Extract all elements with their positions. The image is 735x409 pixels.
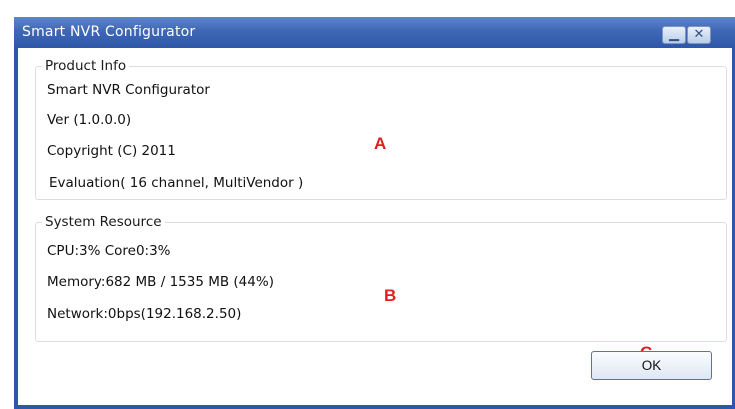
ok-button[interactable]: OK xyxy=(591,351,712,380)
close-button[interactable]: ✕ xyxy=(687,26,711,44)
minimize-button[interactable]: ▁ xyxy=(662,26,686,44)
minimize-icon: ▁ xyxy=(669,27,679,42)
annotation-marker-b: B xyxy=(384,286,397,305)
close-icon: ✕ xyxy=(693,27,705,42)
window-title: Smart NVR Configurator xyxy=(22,24,196,40)
product-info-legend: Product Info xyxy=(45,58,127,74)
configurator-window: Smart NVR Configurator ▁ ✕ Product Info … xyxy=(14,17,735,409)
cpu-usage-text: CPU:3% Core0:3% xyxy=(47,243,171,259)
system-resource-legend: System Resource xyxy=(45,214,162,230)
version-text: Ver (1.0.0.0) xyxy=(47,112,132,128)
app-name-text: Smart NVR Configurator xyxy=(47,82,210,98)
window-client-area: Product Info Smart NVR Configurator Ver … xyxy=(18,48,732,405)
annotation-marker-a: A xyxy=(374,134,387,153)
network-usage-text: Network:0bps(192.168.2.50) xyxy=(47,306,242,322)
memory-usage-text: Memory:682 MB / 1535 MB (44%) xyxy=(47,274,274,290)
license-text: Evaluation( 16 channel, MultiVendor ) xyxy=(49,175,304,191)
title-bar[interactable]: Smart NVR Configurator ▁ ✕ xyxy=(14,17,735,48)
copyright-text: Copyright (C) 2011 xyxy=(47,143,176,159)
